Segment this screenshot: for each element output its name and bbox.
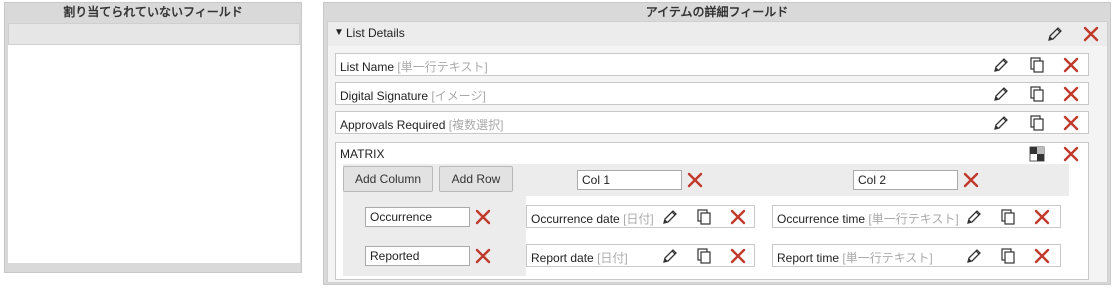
close-icon[interactable] [729, 208, 747, 226]
matrix-cell[interactable]: Occurrence date [日付] [526, 205, 755, 228]
field-label: Digital Signature [イメージ] [340, 89, 486, 103]
close-icon[interactable] [1033, 208, 1051, 226]
unassigned-fields-drop-area[interactable] [8, 45, 300, 263]
copy-icon[interactable] [695, 247, 713, 265]
matrix-cell[interactable]: Report time [単一行テキスト] [772, 244, 1061, 267]
unassigned-fields-panel: 割り当てられていないフィールド [4, 2, 302, 273]
close-icon[interactable] [1062, 85, 1080, 103]
copy-icon[interactable] [999, 247, 1017, 265]
cell-label: Occurrence date [日付] [531, 212, 654, 226]
field-label: List Name [単一行テキスト] [340, 60, 488, 74]
copy-icon[interactable] [1028, 85, 1046, 103]
matrix-icon[interactable] [1028, 145, 1046, 163]
copy-icon[interactable] [999, 208, 1017, 226]
pencil-icon[interactable] [965, 247, 983, 265]
close-icon[interactable] [1062, 56, 1080, 74]
close-icon[interactable] [1033, 247, 1051, 265]
close-icon[interactable] [474, 208, 492, 226]
close-icon[interactable] [729, 247, 747, 265]
matrix-label: MATRIX [340, 147, 385, 161]
cell-label: Occurrence time [単一行テキスト] [777, 212, 959, 226]
pencil-icon[interactable] [992, 56, 1010, 74]
add-column-button[interactable]: Add Column [343, 166, 433, 192]
pencil-icon[interactable] [992, 85, 1010, 103]
column-name-input[interactable] [577, 170, 682, 190]
list-details-group: ▼ List Details List Name [単一行テキスト] Digit… [327, 21, 1108, 283]
matrix-cell[interactable]: Report date [日付] [526, 244, 755, 267]
pencil-icon[interactable] [992, 114, 1010, 132]
copy-icon[interactable] [695, 208, 713, 226]
pencil-icon[interactable] [661, 247, 679, 265]
field-row-approvals-required[interactable]: Approvals Required [複数選択] [335, 111, 1089, 134]
cell-label: Report date [日付] [531, 251, 628, 265]
close-icon[interactable] [1062, 114, 1080, 132]
group-title: List Details [346, 26, 405, 40]
unassigned-fields-header [8, 23, 300, 45]
close-icon[interactable] [1062, 145, 1080, 163]
pencil-icon[interactable] [661, 208, 679, 226]
cell-label: Report time [単一行テキスト] [777, 251, 933, 265]
close-icon[interactable] [474, 247, 492, 265]
field-row-digital-signature[interactable]: Digital Signature [イメージ] [335, 82, 1089, 105]
unassigned-fields-title: 割り当てられていないフィールド [63, 5, 243, 19]
triangle-down-icon[interactable]: ▼ [334, 27, 344, 38]
pencil-icon[interactable] [965, 208, 983, 226]
field-label: Approvals Required [複数選択] [340, 118, 504, 132]
close-icon[interactable] [686, 171, 704, 189]
field-row-list-name[interactable]: List Name [単一行テキスト] [335, 53, 1089, 76]
close-icon[interactable] [962, 171, 980, 189]
column-name-input[interactable] [853, 170, 958, 190]
copy-icon[interactable] [1028, 114, 1046, 132]
close-icon[interactable] [1082, 25, 1100, 43]
matrix-field[interactable]: MATRIX Add Column Add Row Col 1 Col 2 Oc… [335, 142, 1089, 280]
pencil-icon[interactable] [1046, 25, 1064, 43]
add-row-button[interactable]: Add Row [439, 166, 513, 192]
row-name-input[interactable] [365, 207, 470, 227]
item-detail-fields-title: アイテムの詳細フィールド [645, 5, 789, 19]
group-header[interactable]: ▼ List Details [328, 22, 1107, 46]
item-detail-fields-panel: アイテムの詳細フィールド ▼ List Details List Name [単… [323, 2, 1111, 285]
matrix-cell[interactable]: Occurrence time [単一行テキスト] [772, 205, 1061, 228]
row-name-input[interactable] [365, 246, 470, 266]
copy-icon[interactable] [1028, 56, 1046, 74]
matrix-grid: Add Column Add Row Occurrence date [日付] [343, 164, 1069, 276]
